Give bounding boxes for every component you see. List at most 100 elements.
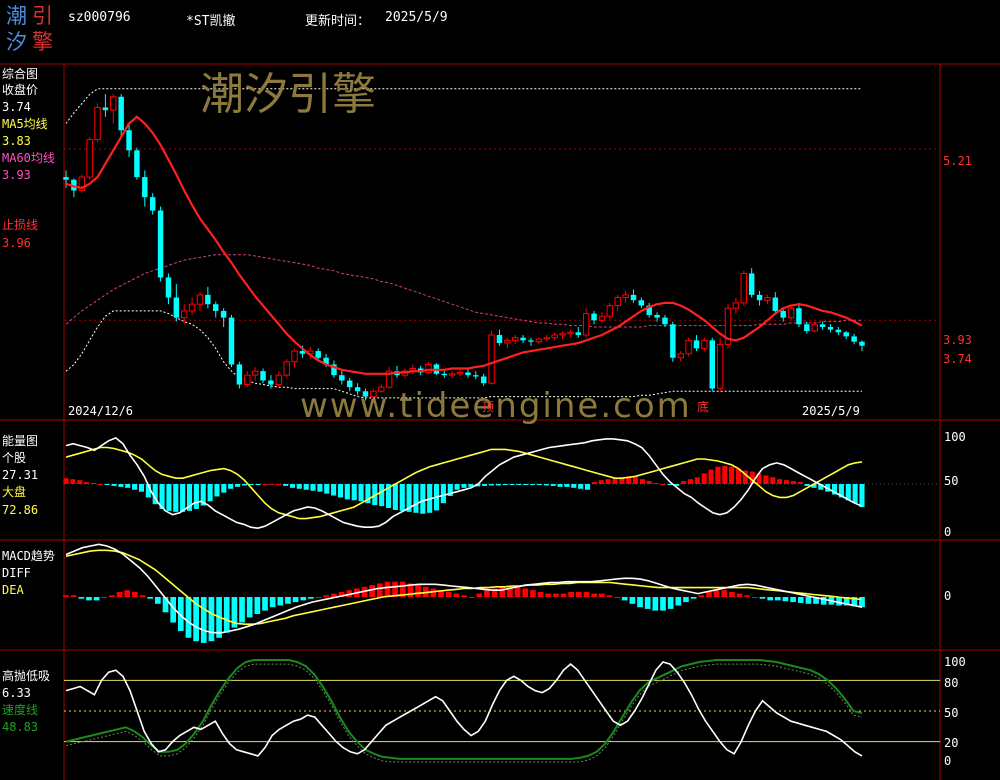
energy-bar (104, 484, 110, 485)
energy-bar (132, 484, 138, 490)
energy-bar (207, 484, 213, 502)
energy-bar (502, 484, 508, 485)
energy-bar (488, 484, 494, 486)
macd-bar (675, 597, 682, 606)
macd-bar (124, 590, 131, 597)
macd-bar (621, 597, 628, 601)
candle-body-up (551, 334, 558, 339)
macd-bar (185, 597, 192, 638)
energy-bar (639, 479, 645, 484)
gpdx-tick-80: 80 (944, 676, 959, 690)
close-label: 收盘价 (2, 83, 39, 97)
gpdx-title: 高抛低吸 (2, 669, 51, 683)
candle-body-down (528, 340, 534, 342)
candle-body-up (511, 337, 519, 341)
macd-bar (254, 597, 261, 614)
energy-bar (612, 478, 618, 484)
candle-body-down (772, 297, 779, 311)
candle-body-down (638, 300, 645, 306)
macd-title: MACD趋势 (2, 549, 55, 563)
macd-bar (147, 597, 154, 599)
energy-panel (63, 436, 940, 530)
candle-body-down (780, 310, 786, 318)
macd-bar (139, 595, 146, 597)
candle-body-down (630, 294, 637, 301)
energy-bar (84, 482, 90, 484)
energy-title: 能量图 (2, 434, 39, 448)
candle-body-up (504, 339, 511, 344)
macd-bar (805, 597, 812, 604)
energy-stock-label: 个股 (2, 451, 27, 465)
macd-bar (759, 597, 766, 599)
macd-bar (315, 597, 322, 598)
candle-body-down (496, 335, 503, 344)
macd-bar (660, 597, 666, 611)
macd-bar (767, 597, 773, 601)
candle-body-down (228, 317, 235, 365)
candle-body-down (126, 130, 132, 151)
energy-bar (70, 479, 76, 484)
candle-body-down (260, 371, 266, 381)
candle-body-down (173, 297, 180, 318)
gpdx-tick-0: 0 (944, 754, 952, 768)
main-title: 综合图 (2, 67, 39, 81)
macd-bar (430, 588, 437, 597)
energy-bar (214, 484, 220, 497)
energy-tick-100: 100 (944, 430, 966, 444)
macd-bar (208, 597, 215, 642)
candle-body-up (94, 106, 101, 141)
energy-bar (523, 484, 529, 485)
energy-bar (461, 484, 467, 488)
candle-body-up (614, 297, 621, 307)
candle-body-down (63, 177, 69, 180)
candle-body-down (819, 324, 826, 327)
energy-bar (687, 479, 693, 484)
candle-body-up (488, 334, 495, 384)
mark-top: 顶 (482, 400, 495, 414)
energy-bar (571, 484, 577, 488)
energy-bar (138, 484, 145, 492)
candle-body-down (804, 324, 810, 331)
candle-body-down (670, 324, 676, 358)
energy-bar (694, 477, 700, 484)
energy-bar (564, 484, 570, 487)
candle-body-up (543, 337, 550, 340)
energy-bar (495, 484, 501, 486)
energy-bar (729, 466, 735, 484)
candle-body-down (859, 341, 865, 346)
ma5-label: MA5均线 (2, 117, 48, 131)
candle-body-down (157, 210, 164, 278)
energy-bar (859, 484, 865, 508)
energy-bar (482, 484, 488, 486)
energy-bar (166, 484, 172, 511)
energy-bar (777, 479, 783, 484)
gpdx-value: 6.33 (2, 686, 31, 700)
energy-bar (598, 480, 604, 484)
energy-bar (660, 484, 666, 485)
candle-body-down (236, 364, 243, 385)
candle-body-down (213, 304, 219, 311)
macd-bar (285, 597, 291, 604)
candle-body-down (102, 107, 109, 111)
candle-body-down (693, 340, 700, 349)
energy-bar (221, 484, 227, 493)
gpdx-tick-100: 100 (944, 655, 966, 669)
energy-bar (125, 484, 131, 488)
macd-bar (713, 590, 720, 597)
macd-bar (667, 597, 674, 609)
energy-bar (111, 484, 117, 486)
macd-bar (591, 593, 597, 597)
candle-body-up (559, 333, 566, 336)
energy-bar (351, 484, 357, 501)
macd-bar (445, 591, 452, 597)
macd-bar (752, 597, 758, 598)
energy-tick-0: 0 (944, 525, 952, 539)
macd-bar (683, 597, 689, 603)
energy-bar (770, 477, 776, 484)
macd-bar (568, 591, 574, 597)
candle-body-down (709, 340, 715, 389)
macd-bar (583, 591, 590, 597)
energy-bar (605, 479, 611, 484)
energy-bar (118, 484, 124, 487)
energy-market-value: 72.86 (2, 503, 39, 517)
